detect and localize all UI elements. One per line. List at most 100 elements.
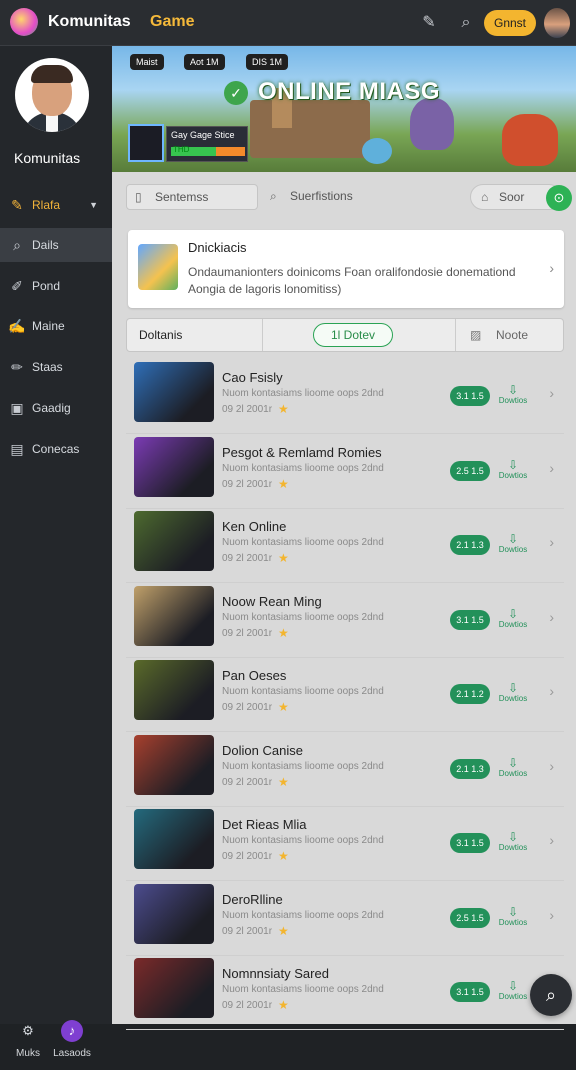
bottom-nav-lasaods[interactable]: ♪ Lasaods bbox=[44, 1020, 100, 1059]
notice-thumbnail bbox=[138, 244, 178, 290]
sidebar-item-rlafa[interactable]: ✎ Rlafa ▼ bbox=[0, 188, 112, 222]
notice-title: Dnickiacis bbox=[188, 240, 247, 255]
download-button[interactable]: ⇩ Dowtios bbox=[498, 682, 528, 703]
list-item[interactable]: Ken Online Nuom kontasiams lioome oops 2d… bbox=[126, 509, 564, 583]
app-logo[interactable] bbox=[10, 8, 38, 36]
download-button[interactable]: ⇩ Dowtios bbox=[498, 831, 528, 852]
list-item[interactable]: Pan Oeses Nuom kontasiams lioome oops 2dn… bbox=[126, 658, 564, 732]
game-subtitle: Nuom kontasiams lioome oops 2dnd bbox=[222, 835, 384, 846]
game-date: 09 2l 2001r bbox=[222, 851, 273, 862]
star-icon: ★ bbox=[278, 476, 289, 491]
download-icon: ⇩ bbox=[507, 755, 519, 770]
banner-bar-label: THD bbox=[173, 145, 190, 154]
list-item[interactable]: Pesgot & Remlamd Romies Nuom kontasiams l… bbox=[126, 435, 564, 509]
avatar-hair bbox=[31, 65, 73, 83]
sidebar-item-label: Maine bbox=[32, 319, 65, 333]
tab-doltanis[interactable]: Doltanis bbox=[127, 319, 263, 351]
notification-icon[interactable]: ✎ bbox=[418, 12, 440, 34]
game-thumbnail bbox=[134, 660, 214, 720]
game-title: Dolion Canise bbox=[222, 742, 303, 758]
game-title: DeroRlline bbox=[222, 891, 283, 907]
gear-icon: ⚙ bbox=[22, 1023, 34, 1038]
hero-banner[interactable]: Maist Aot 1M DIS 1M ✓ ONLINE MIASG Gay G… bbox=[112, 46, 576, 172]
download-button[interactable]: ⇩ Dowtios bbox=[498, 384, 528, 405]
search-fab[interactable]: ⌕ bbox=[530, 974, 572, 1016]
notice-body: Ondaumanionters doinicoms Foan oralifond… bbox=[188, 265, 516, 296]
main-content: Maist Aot 1M DIS 1M ✓ ONLINE MIASG Gay G… bbox=[112, 46, 576, 1030]
filter-icon: ▯ bbox=[135, 190, 142, 204]
download-label: Dowtios bbox=[498, 470, 528, 480]
refresh-button[interactable]: ⊙ bbox=[546, 185, 572, 211]
game-subtitle: Nuom kontasiams lioome oops 2dnd bbox=[222, 462, 384, 474]
search-icon: ⌕ bbox=[13, 237, 21, 253]
sidebar-bottom-nav: ⚙ Muks ♪ Lasaods bbox=[0, 1012, 112, 1070]
sidebar-item-gaadig[interactable]: ▣ Gaadig bbox=[0, 391, 112, 425]
download-icon: ⇩ bbox=[507, 904, 519, 919]
sidebar-item-label: Dails bbox=[32, 238, 59, 252]
download-button[interactable]: ⇩ Dowtios bbox=[498, 608, 528, 629]
chevron-right-icon: › bbox=[549, 683, 554, 699]
download-button[interactable]: ⇩ Dowtios bbox=[498, 459, 528, 480]
game-date: 09 2l 2001r bbox=[222, 925, 273, 937]
sidebar-item-staas[interactable]: ✏ Staas bbox=[0, 350, 112, 384]
rating-badge: 2.1 1.3 bbox=[450, 758, 490, 779]
download-button[interactable]: ⇩ Dowtios bbox=[498, 757, 528, 778]
profile-avatar[interactable] bbox=[15, 58, 89, 132]
chevron-right-icon: › bbox=[549, 757, 554, 774]
star-icon: ★ bbox=[278, 551, 289, 565]
download-button[interactable]: ⇩ Dowtios bbox=[498, 533, 528, 554]
tab-bar: Doltanis 1l Dotev ▨ Noote bbox=[126, 318, 564, 352]
download-label: Dowtios bbox=[498, 768, 528, 778]
sidebar-item-maine[interactable]: ✍ Maine bbox=[0, 309, 112, 343]
game-date: 09 2l 2001r bbox=[222, 404, 273, 415]
sidebar-item-dails[interactable]: ⌕ Dails bbox=[0, 228, 112, 262]
list-item[interactable]: DeroRlline Nuom kontasiams lioome oops 2d… bbox=[126, 882, 564, 956]
download-button[interactable]: ⇩ Dowtios bbox=[498, 906, 528, 927]
search-icon: ⌕ bbox=[270, 189, 277, 203]
star-icon: ★ bbox=[278, 923, 289, 938]
chevron-right-icon: › bbox=[549, 459, 554, 476]
user-avatar[interactable] bbox=[544, 8, 570, 38]
game-date: 09 2l 2001r bbox=[222, 1000, 273, 1011]
list-item[interactable]: Nomnnsiaty Sared Nuom kontasiams lioome o… bbox=[126, 956, 564, 1030]
list-item[interactable]: Noow Rean Ming Nuom kontasiams lioome oop… bbox=[126, 584, 564, 658]
download-icon: ⇩ bbox=[507, 979, 519, 993]
list-item[interactable]: Det Rieas Mlia Nuom kontasiams lioome oop… bbox=[126, 807, 564, 881]
game-thumbnail bbox=[134, 362, 214, 422]
filter-select[interactable]: ▯ Sentemss bbox=[126, 184, 258, 210]
game-date: 09 2l 2001r bbox=[222, 776, 273, 788]
pencil-icon: ✏ bbox=[11, 359, 23, 375]
download-icon: ⇩ bbox=[507, 606, 519, 621]
list-item[interactable]: Dolion Canise Nuom kontasiams lioome oops… bbox=[126, 733, 564, 807]
tab-noote[interactable]: ▨ Noote bbox=[455, 319, 565, 351]
profile-name: Komunitas bbox=[14, 150, 81, 166]
list-item[interactable]: Cao Fsisly Nuom kontasiams lioome oops 2d… bbox=[126, 360, 564, 434]
search-input[interactable]: ⌕ Suerfistions bbox=[270, 184, 353, 208]
star-icon: ★ bbox=[278, 700, 289, 714]
game-title: Ken Online bbox=[222, 519, 287, 534]
game-subtitle: Nuom kontasiams lioome oops 2dnd bbox=[222, 537, 384, 548]
image-icon: ▨ bbox=[470, 328, 482, 342]
primary-button[interactable]: Gnnst bbox=[484, 10, 536, 36]
banner-character bbox=[502, 114, 558, 166]
banner-progress-bar-secondary bbox=[216, 147, 245, 156]
game-date: 09 2l 2001r bbox=[222, 627, 273, 639]
star-icon: ★ bbox=[278, 849, 289, 863]
chevron-right-icon: › bbox=[549, 832, 554, 848]
download-button[interactable]: ⇩ Dowtios bbox=[498, 980, 528, 1001]
app-name: Komunitas bbox=[48, 13, 131, 30]
game-subtitle: Nuom kontasiams lioome oops 2dnd bbox=[222, 686, 384, 697]
sidebar-item-conecas[interactable]: ▤ Conecas bbox=[0, 432, 112, 466]
rating-badge: 3.1 1.5 bbox=[450, 609, 490, 630]
sidebar-item-pond[interactable]: ✐ Pond bbox=[0, 269, 112, 303]
rating-badge: 2.1 1.3 bbox=[450, 535, 490, 555]
check-icon: ✓ bbox=[224, 81, 248, 105]
notice-card[interactable]: Dnickiacis Ondaumanionters doinicoms Foa… bbox=[128, 230, 564, 308]
star-icon: ★ bbox=[278, 774, 289, 789]
sidebar-item-label: Gaadig bbox=[32, 401, 71, 415]
game-thumbnail bbox=[134, 883, 214, 944]
game-title: Cao Fsisly bbox=[222, 370, 283, 385]
search-icon[interactable]: ⌕ bbox=[455, 12, 477, 34]
download-label: Dowtios bbox=[498, 619, 528, 629]
tab-dotev[interactable]: 1l Dotev bbox=[313, 323, 393, 347]
